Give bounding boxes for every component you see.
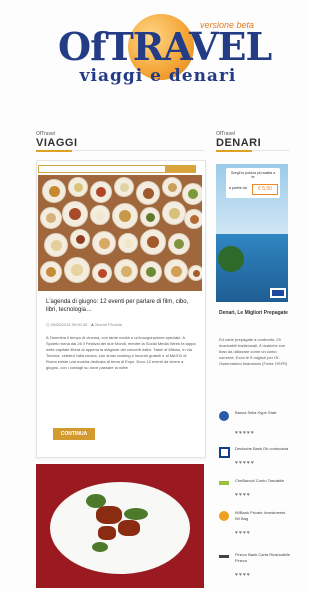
- plate-image: [90, 181, 112, 203]
- plate-image: [44, 233, 68, 257]
- ad-headline: Scegli la polizza più adatta a te: [230, 171, 276, 179]
- bank-name: Banca Sella Hype Start: [235, 410, 277, 415]
- plate-image: [162, 177, 182, 197]
- site-logo[interactable]: OfTRAVEL versione beta viaggi e denari: [58, 8, 272, 100]
- post-image[interactable]: [38, 175, 202, 291]
- denari-underline: [216, 150, 252, 152]
- rating-hearts: ♥♥♥♥: [235, 572, 251, 578]
- fineco-icon: [219, 555, 229, 558]
- divider: [252, 150, 290, 151]
- ad-price: € 5,50: [252, 184, 278, 195]
- sidebar-article-title[interactable]: Denari, Le Migliori Prepagate: [219, 310, 291, 317]
- herb-image: [124, 508, 148, 520]
- plate-image: [40, 261, 62, 283]
- plate-image: [112, 203, 138, 229]
- user-icon: ♟: [90, 322, 95, 327]
- denari-heading: DENARI: [216, 137, 262, 149]
- deutsche-bank-icon: [219, 447, 230, 458]
- beta-tag: versione beta: [199, 20, 254, 30]
- post-meta: ◷ 05/06/2015 09:00:35 ♟ Noemi Picciola: [46, 322, 196, 327]
- post-date: 05/06/2015 09:00:35: [50, 322, 88, 327]
- plate-image: [118, 233, 138, 253]
- calendar-icon: ◷: [46, 322, 50, 327]
- plate-image: [114, 177, 134, 197]
- post-excerpt: A Taormina il tempo di cinema, con tante…: [46, 335, 196, 370]
- continue-button[interactable]: CONTINUA: [53, 428, 95, 440]
- bank-item[interactable]: CheBanca! Conto Tascabile ♥♥♥♥: [219, 478, 291, 508]
- rating-hearts: ♥♥♥♥♥: [235, 430, 255, 436]
- bank-name: Fineco Bank Carta Ricaricabile Fineco: [235, 552, 290, 563]
- plate-image: [140, 229, 166, 255]
- brand-subtitle: viaggi e denari: [79, 66, 237, 86]
- viaggi-heading: VIAGGI: [36, 137, 78, 149]
- bank-name: Deutsche Bank Db contocarta: [235, 446, 289, 451]
- post-image-2[interactable]: [36, 464, 204, 588]
- plate-image: [92, 263, 112, 283]
- plate-image: [68, 177, 88, 197]
- brand-name: OfTRAVEL: [58, 24, 272, 69]
- post-title[interactable]: L'agenda di giugno: 12 eventi per parlar…: [46, 298, 196, 314]
- bank-item[interactable]: Banca Sella Hype Start ♥♥♥♥♥: [219, 410, 291, 440]
- search-button[interactable]: [166, 165, 196, 173]
- sidebar-article-text: Ed carte prepagate a confronto: 29 ricar…: [219, 337, 288, 366]
- plate-image: [140, 207, 160, 227]
- page: OfTRAVEL versione beta viaggi e denari O…: [0, 0, 308, 592]
- ad-box: Scegli la polizza più adatta a te a part…: [226, 168, 280, 198]
- post-author[interactable]: Noemi Picciola: [95, 322, 121, 327]
- meat-image: [118, 520, 140, 536]
- plate-image: [114, 259, 138, 283]
- plate-image: [164, 259, 188, 283]
- bank-name: CheBanca! Conto Tascabile: [235, 478, 285, 483]
- plate-image: [90, 205, 110, 225]
- plate-image: [162, 201, 186, 225]
- plate-image: [40, 207, 62, 229]
- bank-item[interactable]: Deutsche Bank Db contocarta ♥♥♥♥♥: [219, 446, 291, 476]
- iwbank-icon: [219, 511, 229, 521]
- banca-sella-icon: [219, 411, 229, 421]
- plate-image: [70, 229, 90, 249]
- plate-image: [182, 183, 202, 205]
- bank-name: IWBank Private Investments IW Bag: [235, 510, 286, 521]
- plate-image: [184, 209, 202, 229]
- meat-image: [98, 526, 116, 540]
- rating-hearts: ♥♥♥♥: [235, 492, 251, 498]
- bank-item[interactable]: IWBank Private Investments IW Bag ♥♥♥♥: [219, 510, 291, 540]
- chebanca-icon: [219, 481, 229, 485]
- ad-label: a partire da: [229, 186, 247, 190]
- plate-image: [140, 261, 162, 283]
- viaggi-underline: [36, 150, 72, 152]
- plate-image: [188, 265, 202, 281]
- bank-logo-icon: [270, 288, 286, 298]
- rating-hearts: ♥♥♥♥: [235, 530, 251, 536]
- plate-image: [62, 201, 88, 227]
- tree-image: [218, 246, 244, 272]
- plate-image: [92, 231, 116, 255]
- plate-image: [136, 181, 160, 205]
- plate-image: [64, 257, 90, 283]
- plate-image: [168, 233, 190, 255]
- herb-image: [92, 542, 108, 552]
- plate-image: [42, 179, 66, 203]
- divider: [72, 150, 204, 151]
- rating-hearts: ♥♥♥♥♥: [235, 460, 255, 466]
- meat-image: [96, 506, 122, 524]
- search-input[interactable]: [38, 165, 166, 173]
- insurance-ad[interactable]: Scegli la polizza più adatta a te a part…: [216, 164, 288, 302]
- bank-item[interactable]: Fineco Bank Carta Ricaricabile Fineco ♥♥…: [219, 552, 291, 582]
